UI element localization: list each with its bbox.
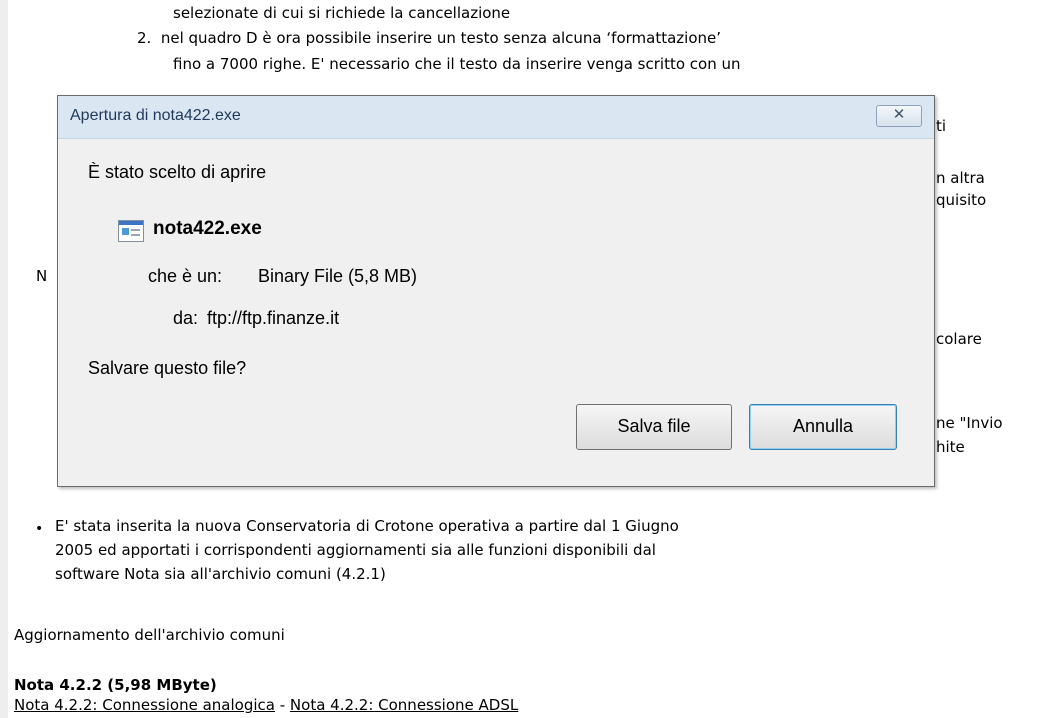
type-label: che è un: xyxy=(148,266,223,286)
doc-fragment: n altra xyxy=(936,169,985,187)
doc-fragment: N xyxy=(36,267,48,285)
dialog-titlebar[interactable]: Apertura di nota422.exe ✕ xyxy=(58,96,934,139)
doc-fragment: quisito xyxy=(936,191,987,209)
doc-line-2: 2. nel quadro D è ora possibile inserire… xyxy=(137,29,722,47)
bullet-line-3: software Nota sia all'archivio comuni (4… xyxy=(55,565,386,583)
save-question: Salvare questo file? xyxy=(88,358,247,378)
file-name: nota422.exe xyxy=(153,218,262,239)
download-dialog: Apertura di nota422.exe ✕ È stato scelto… xyxy=(57,95,935,487)
link-separator: - xyxy=(274,696,290,714)
doc-fragment: colare xyxy=(936,330,982,348)
bullet-line-1: E' stata inserita la nuova Conservatoria… xyxy=(55,517,679,535)
download-title: Nota 4.2.2 (5,98 MByte) xyxy=(14,676,217,694)
link-adsl[interactable]: Nota 4.2.2: Connessione ADSL xyxy=(290,696,518,714)
dialog-title: Apertura di nota422.exe xyxy=(70,107,241,124)
bullet-line-2: 2005 ed apportati i corrispondenti aggio… xyxy=(55,541,656,559)
bullet-dot: • xyxy=(35,521,44,537)
page-left-border xyxy=(0,0,8,718)
doc-fragment: ti xyxy=(936,117,947,135)
doc-fragment: hite xyxy=(936,438,965,456)
executable-file-icon xyxy=(118,220,144,242)
dialog-intro: È stato scelto di aprire xyxy=(88,162,267,182)
save-file-button[interactable]: Salva file xyxy=(576,404,732,450)
doc-line-1: selezionate di cui si richiede la cancel… xyxy=(173,4,511,22)
close-icon: ✕ xyxy=(892,106,906,123)
link-analog[interactable]: Nota 4.2.2: Connessione analogica xyxy=(14,696,275,714)
from-value: ftp://ftp.finanze.it xyxy=(207,308,340,328)
close-button[interactable]: ✕ xyxy=(876,105,922,127)
download-links: Nota 4.2.2: Connessione analogica - Nota… xyxy=(14,695,518,716)
type-value: Binary File (5,8 MB) xyxy=(258,266,418,286)
doc-line-3: fino a 7000 righe. E' necessario che il … xyxy=(173,55,741,73)
from-label: da: xyxy=(173,308,199,328)
section-text: Aggiornamento dell'archivio comuni xyxy=(14,626,285,644)
cancel-button[interactable]: Annulla xyxy=(749,404,897,450)
doc-fragment: ne "Invio xyxy=(936,414,1003,432)
